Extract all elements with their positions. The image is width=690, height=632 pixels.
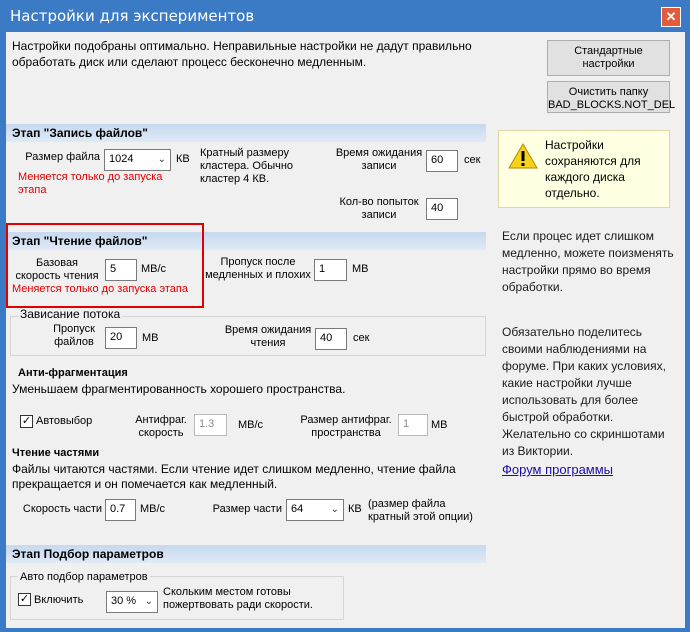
intro-text: Настройки подобраны оптимально. Неправил… — [12, 39, 472, 69]
write-section-header: Этап "Запись файлов" — [6, 124, 486, 142]
part-size-unit: КВ — [348, 503, 362, 515]
part-size-value: 64 — [291, 503, 304, 515]
part-speed-input[interactable]: 0.7 — [105, 499, 136, 521]
hang-skip-unit: МВ — [142, 332, 159, 344]
chevron-down-icon: ⌄ — [157, 154, 166, 165]
antifrag-header: Анти-фрагментация — [18, 367, 128, 379]
hang-skip-input[interactable]: 20 — [105, 327, 137, 349]
hang-skip-label: Пропуск файлов — [53, 323, 95, 348]
warning-box: Настройки сохраняются для каждого диска … — [498, 130, 670, 208]
file-size-unit: КВ — [176, 153, 190, 165]
part-speed-unit: МВ/с — [140, 503, 166, 515]
write-wait-label: Время ожидания записи — [335, 147, 423, 172]
hang-wait-label: Время ожидания чтения — [224, 324, 312, 349]
antifrag-speed-input[interactable]: 1.3 — [194, 414, 227, 436]
auto-select-checkbox[interactable]: ✓ — [20, 415, 33, 428]
part-speed-label: Скорость части — [22, 503, 102, 515]
percent-select[interactable]: 30 % ⌄ — [106, 591, 158, 613]
forum-link[interactable]: Форум программы — [502, 462, 613, 477]
file-size-label: Размер файла — [25, 151, 100, 163]
antifrag-size-label: Размер антифраг. пространства — [300, 414, 392, 439]
auto-select-label: Автовыбор — [36, 415, 93, 427]
part-size-select[interactable]: 64 ⌄ — [286, 499, 344, 521]
chevron-down-icon: ⌄ — [144, 596, 153, 607]
close-button[interactable]: ✕ — [661, 7, 681, 27]
enable-label: Включить — [34, 594, 84, 606]
settings-window: Настройки для экспериментов ✕ Настройки … — [0, 0, 690, 632]
cluster-note: Кратный размеру кластера. Обычно кластер… — [200, 147, 294, 185]
percent-value: 30 % — [111, 595, 137, 607]
share-hint: Обязательно поделитесь своими наблюдения… — [502, 325, 666, 458]
write-tries-label: Кол-во попыток записи — [339, 196, 419, 221]
parts-desc: Файлы читаются частями. Если чтение идет… — [12, 462, 456, 491]
read-skip-label: Пропуск после медленных и плохих — [205, 256, 311, 281]
read-skip-input[interactable]: 1 — [314, 259, 347, 281]
part-size-label: Размер части — [212, 503, 282, 515]
highlight-frame — [6, 223, 204, 308]
warning-icon — [508, 143, 538, 169]
window-title: Настройки для экспериментов — [10, 7, 255, 25]
write-tries-input[interactable]: 40 — [426, 198, 458, 220]
tuning-legend: Авто подбор параметров — [18, 571, 150, 584]
hang-wait-unit: сек — [353, 332, 370, 344]
antifrag-desc: Уменьшаем фрагментированность хорошего п… — [12, 382, 346, 396]
title-bar: Настройки для экспериментов ✕ — [0, 0, 690, 32]
file-size-select[interactable]: 1024 ⌄ — [104, 149, 171, 171]
chevron-down-icon: ⌄ — [330, 504, 339, 515]
defaults-button[interactable]: Стандартные настройки — [547, 40, 670, 76]
client-area: Настройки подобраны оптимально. Неправил… — [6, 32, 685, 628]
antifrag-speed-unit: МВ/с — [238, 419, 264, 431]
antifrag-speed-label: Антифраг. скорость — [135, 414, 187, 439]
write-wait-input[interactable]: 60 — [426, 150, 458, 172]
hang-legend: Зависание потока — [18, 307, 123, 321]
write-note: Меняется только до запуска этапа — [18, 171, 163, 196]
file-size-value: 1024 — [109, 153, 134, 165]
warning-text: Настройки сохраняются для каждого диска … — [545, 138, 641, 200]
slow-hint: Если процес идет слишком медленно, может… — [502, 229, 674, 294]
tuning-section-header: Этап Подбор параметров — [6, 545, 486, 563]
part-size-note: (размер файла кратный этой опции) — [368, 498, 473, 523]
write-wait-unit: сек — [464, 154, 481, 166]
hang-wait-input[interactable]: 40 — [315, 328, 347, 350]
parts-header: Чтение частями — [12, 447, 100, 459]
enable-checkbox[interactable]: ✓ — [18, 593, 31, 606]
read-skip-unit: МВ — [352, 263, 369, 275]
clear-bad-blocks-button[interactable]: Очистить папку BAD_BLOCKS.NOT_DEL — [547, 81, 675, 113]
antifrag-size-input[interactable]: 1 — [398, 414, 428, 436]
percent-desc: Скольким местом готовы пожертвовать ради… — [163, 586, 313, 611]
antifrag-size-unit: МВ — [431, 419, 448, 431]
